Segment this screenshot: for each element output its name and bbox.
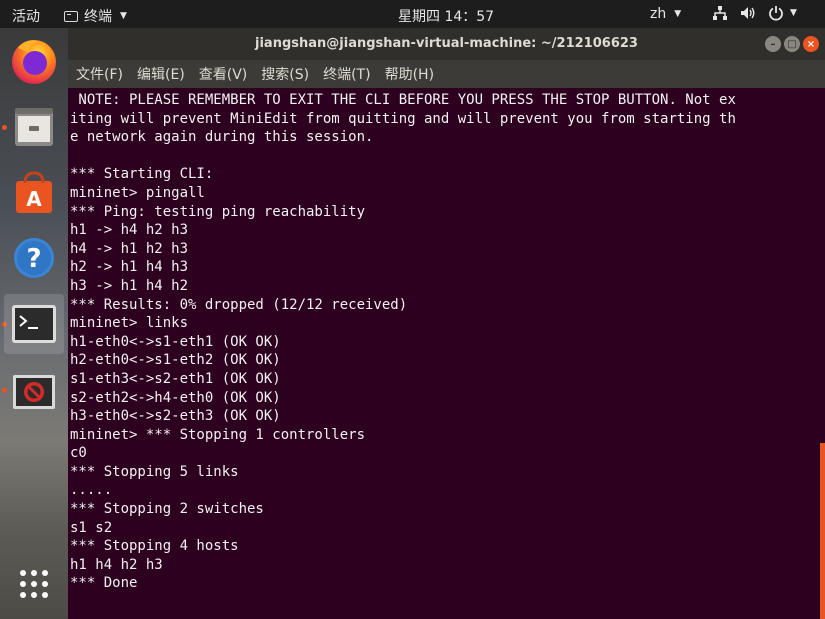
terminal-line: *** Stopping 4 hosts <box>70 538 239 555</box>
svg-text:A: A <box>26 187 42 211</box>
menu-view[interactable]: 查看(V) <box>199 64 248 84</box>
close-button[interactable]: × <box>803 36 819 52</box>
dock-terminal[interactable] <box>4 294 64 354</box>
input-method-menu[interactable]: zh ▼ <box>650 6 681 22</box>
dock-blocked-app[interactable] <box>4 362 64 422</box>
terminal-line: h3-eth0<->s2-eth3 (OK OK) <box>70 408 281 425</box>
power-icon <box>769 6 783 21</box>
terminal-line: iting will prevent MiniEdit from quittin… <box>70 110 736 127</box>
terminal-line: NOTE: PLEASE REMEMBER TO EXIT THE CLI BE… <box>70 92 736 108</box>
terminal-line: *** Results: 0% dropped (12/12 received) <box>70 296 408 313</box>
volume-icon <box>741 7 755 19</box>
language-label: zh <box>650 6 667 22</box>
terminal-line: mininet> links <box>70 315 189 332</box>
minimize-button[interactable]: – <box>765 36 781 52</box>
menu-terminal[interactable]: 终端(T) <box>323 64 370 84</box>
terminal-line: *** Done <box>70 575 138 592</box>
terminal-line: *** Starting CLI: <box>70 166 214 183</box>
dock-show-applications[interactable] <box>4 554 64 614</box>
terminal-line: c0 <box>70 445 87 462</box>
maximize-icon: □ <box>787 38 797 50</box>
help-icon: ? <box>14 238 54 278</box>
terminal-line: ..... <box>70 482 113 499</box>
software-center-icon: A <box>16 171 52 213</box>
close-icon: × <box>806 38 816 50</box>
activities-button[interactable]: 活动 <box>12 6 40 26</box>
terminal-line: mininet> *** Stopping 1 controllers <box>70 426 366 443</box>
app-menu[interactable]: 终端 ▼ <box>64 6 127 26</box>
chevron-down-icon: ▼ <box>120 11 127 21</box>
app-menu-label: 终端 <box>84 9 112 25</box>
terminal-icon <box>12 305 56 343</box>
terminal-line: h1 -> h4 h2 h3 <box>70 222 189 239</box>
window-title: jiangshan@jiangshan-virtual-machine: ~/2… <box>255 36 638 51</box>
terminal-output[interactable]: NOTE: PLEASE REMEMBER TO EXIT THE CLI BE… <box>70 91 736 593</box>
terminal-line: s1 s2 <box>70 519 113 536</box>
terminal-line: h1 h4 h2 h3 <box>70 556 163 573</box>
terminal-line: h2 -> h1 h4 h3 <box>70 259 189 276</box>
chevron-down-icon: ▼ <box>674 9 682 19</box>
terminal-line: s1-eth3<->s2-eth1 (OK OK) <box>70 370 281 387</box>
blocked-app-icon <box>13 375 55 409</box>
terminal-line: h1-eth0<->s1-eth1 (OK OK) <box>70 333 281 350</box>
terminal-area[interactable]: NOTE: PLEASE REMEMBER TO EXIT THE CLI BE… <box>68 88 825 619</box>
firefox-icon <box>12 40 56 84</box>
top-bar: 活动 终端 ▼ 星期四 14：57 zh ▼ ▼ <box>0 0 825 28</box>
terminal-line: *** Stopping 2 switches <box>70 501 264 518</box>
window-titlebar[interactable]: jiangshan@jiangshan-virtual-machine: ~/2… <box>68 28 825 60</box>
terminal-line: h4 -> h1 h2 h3 <box>70 240 189 257</box>
minimize-icon: – <box>770 38 776 50</box>
terminal-line: *** Ping: testing ping reachability <box>70 203 366 220</box>
maximize-button[interactable]: □ <box>784 36 800 52</box>
window-controls: – □ × <box>765 36 819 52</box>
dock-files[interactable] <box>4 96 64 156</box>
menu-help[interactable]: 帮助(H) <box>385 64 434 84</box>
terminal-line: e network again during this session. <box>70 129 374 146</box>
terminal-line: mininet> pingall <box>70 184 205 201</box>
menu-bar: 文件(F) 编辑(E) 查看(V) 搜索(S) 终端(T) 帮助(H) <box>68 60 825 88</box>
clock[interactable]: 星期四 14：57 <box>398 6 494 26</box>
dock-firefox[interactable] <box>4 30 64 90</box>
network-icon <box>713 6 727 20</box>
menu-file[interactable]: 文件(F) <box>76 64 123 84</box>
files-icon <box>15 108 53 146</box>
chevron-down-icon: ▼ <box>790 8 797 18</box>
terminal-line: h3 -> h1 h4 h2 <box>70 277 189 294</box>
terminal-line: *** Stopping 5 links <box>70 463 239 480</box>
show-applications-icon <box>20 570 48 598</box>
system-tray[interactable]: ▼ <box>712 5 797 21</box>
menu-search[interactable]: 搜索(S) <box>261 64 309 84</box>
dock: A ? <box>0 28 68 619</box>
terminal-line: h2-eth0<->s1-eth2 (OK OK) <box>70 352 281 369</box>
terminal-line: s2-eth2<->h4-eth0 (OK OK) <box>70 389 281 406</box>
dock-software-center[interactable]: A <box>4 163 64 223</box>
menu-edit[interactable]: 编辑(E) <box>137 64 185 84</box>
scrollbar[interactable] <box>820 443 825 619</box>
svg-text:?: ? <box>26 244 41 274</box>
dock-help[interactable]: ? <box>4 228 64 288</box>
terminal-app-icon <box>64 10 78 22</box>
